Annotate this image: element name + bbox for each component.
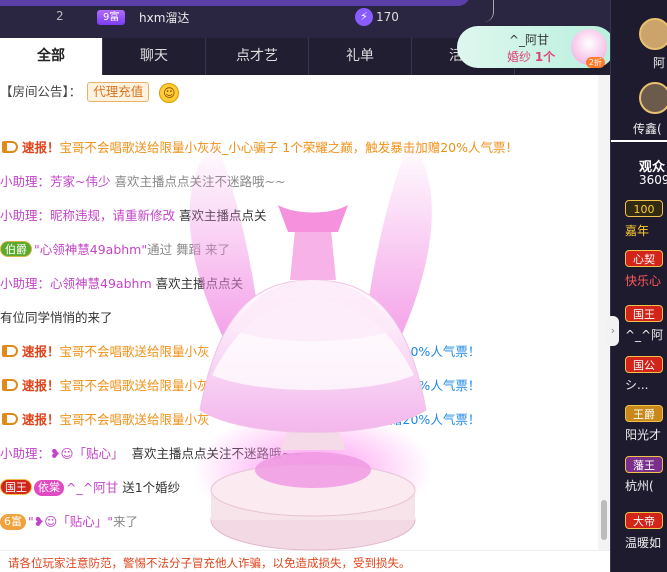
avatar[interactable]: [639, 18, 667, 50]
wealth-level-badge: 9富: [97, 10, 126, 25]
horn-icon: [2, 413, 18, 425]
avatar-name: 传鑫(: [633, 122, 662, 136]
rank-username[interactable]: hxm溜达: [139, 9, 189, 26]
message-user[interactable]: 昵称违规，请重新修改: [50, 208, 175, 223]
discount-badge: 2折: [585, 57, 605, 68]
audience-name[interactable]: ^_^阿: [625, 326, 663, 343]
notice-label: 【房间公告】：: [0, 84, 82, 99]
rank-number: 2: [56, 9, 64, 23]
rank-badge: 国王: [625, 305, 663, 322]
horn-icon: [2, 379, 18, 391]
tab-talent[interactable]: 点才艺: [206, 38, 309, 75]
broadcast-message: 速报！宝哥不会唱歌送给限量小灰 加赠20%人气票！: [0, 341, 598, 363]
live-room: { "topbar": {"rank": "2", "level": "9富",…: [0, 0, 667, 572]
chat-message: 小助理：心领神慧49abhm 喜欢主播点点关: [0, 276, 244, 291]
gift-sender: ^_阿甘: [509, 33, 550, 47]
agent-recharge-button[interactable]: 代理充值: [87, 82, 150, 102]
chat-message: 小助理：❥☺「贴心」 喜欢主播点点关注不迷路哦~~: [0, 446, 303, 461]
message-user[interactable]: 芳家~伟少: [50, 174, 110, 189]
broadcast-message: 速报！宝哥不会唱歌送给限量小灰 加赠20%人气票！: [0, 375, 598, 397]
enter-message: 伯爵 "心领神慧49abhm"通过 舞蹈 来了: [0, 239, 598, 261]
rank-scroll-pill[interactable]: [0, 0, 470, 6]
wealth-badge: 6富: [0, 514, 26, 530]
rank-badge: 大帝: [625, 512, 663, 529]
rank-badge: 国公: [625, 356, 663, 373]
right-sidebar: 阿 传鑫( 观众 3609 100 嘉年 心契 快乐心 国王 ^_^阿 国公 シ…: [607, 0, 667, 572]
message-user[interactable]: ❥☺「贴心」: [50, 446, 124, 461]
chat-list: 【房间公告】： 代理充值 ☺ 速报！宝哥不会唱歌送给限量小灰灰_小心骗子 1个荣…: [0, 75, 598, 550]
audience-name[interactable]: シ...: [625, 376, 648, 393]
message-user[interactable]: 心领神慧49abhm: [50, 276, 152, 291]
audience-name[interactable]: 温暖如: [625, 534, 661, 551]
rank-badge: 王爵: [625, 405, 663, 422]
broadcast-message: 速报！宝哥不会唱歌送给限量小灰灰_小心骗子 1个荣耀之巅，触发暴击加赠20%人气…: [0, 137, 598, 159]
scroll-thumb[interactable]: [601, 500, 607, 540]
gift-popup[interactable]: ^_阿甘 婚纱 1个 2折: [457, 26, 615, 68]
avatar[interactable]: [639, 82, 667, 114]
tab-gift-list[interactable]: 礼单: [309, 38, 412, 75]
system-message: 有位同学悄悄的来了: [0, 310, 113, 325]
rank-score: 170: [376, 10, 399, 24]
smile-emoji-icon: ☺: [159, 82, 180, 103]
decoration-string: [482, 0, 494, 22]
tab-chat[interactable]: 聊天: [103, 38, 206, 75]
message-user[interactable]: ^_^阿甘: [66, 480, 118, 495]
audience-name[interactable]: 阳光才: [625, 426, 661, 443]
horn-icon: [2, 345, 18, 357]
avatar-name: 阿: [653, 56, 666, 70]
audience-name[interactable]: 快乐心: [625, 272, 661, 289]
horn-icon: [2, 141, 18, 153]
rank-badge: 伯爵: [0, 241, 32, 257]
chat-scrollbar[interactable]: [598, 75, 610, 550]
audience-count: 3609: [639, 173, 667, 187]
divider: [611, 140, 667, 142]
collapse-sidebar-button[interactable]: ›: [607, 316, 619, 346]
lightning-icon: ⚡: [355, 8, 373, 26]
message-user[interactable]: "心领神慧49abhm": [34, 242, 147, 257]
message-user[interactable]: "❥☺「贴心」": [28, 514, 113, 529]
enter-message: 6富 "❥☺「贴心」"来了: [0, 511, 598, 533]
rank-badge: 100: [625, 200, 663, 217]
rank-badge: 心契: [625, 250, 663, 267]
room-notice: 【房间公告】： 代理充值 ☺: [0, 81, 598, 103]
tab-all[interactable]: 全部: [0, 38, 103, 75]
chat-message: 小助理：芳家~伟少 喜欢主播点点关注不迷路哦~~: [0, 174, 286, 189]
chat-message: 小助理：昵称违规，请重新修改 喜欢主播点点关: [0, 208, 267, 223]
audience-name[interactable]: 杭州(: [625, 477, 654, 494]
gift-message: 国王 依棠 ^_^阿甘 送1个婚纱: [0, 477, 598, 499]
audience-name[interactable]: 嘉年: [625, 222, 649, 239]
broadcast-message: 速报！宝哥不会唱歌送给限量小灰 加赠20%人气票！: [0, 409, 598, 431]
rank-badge: 国王: [0, 479, 32, 495]
fan-badge: 依棠: [34, 480, 64, 496]
gift-info: 婚纱 1个: [507, 50, 556, 64]
rank-badge: 藩王: [625, 456, 663, 473]
footer-warning: 请各位玩家注意防范，警惕不法分子冒充他人诈骗，以免造成损失，受到损失。: [0, 550, 610, 572]
